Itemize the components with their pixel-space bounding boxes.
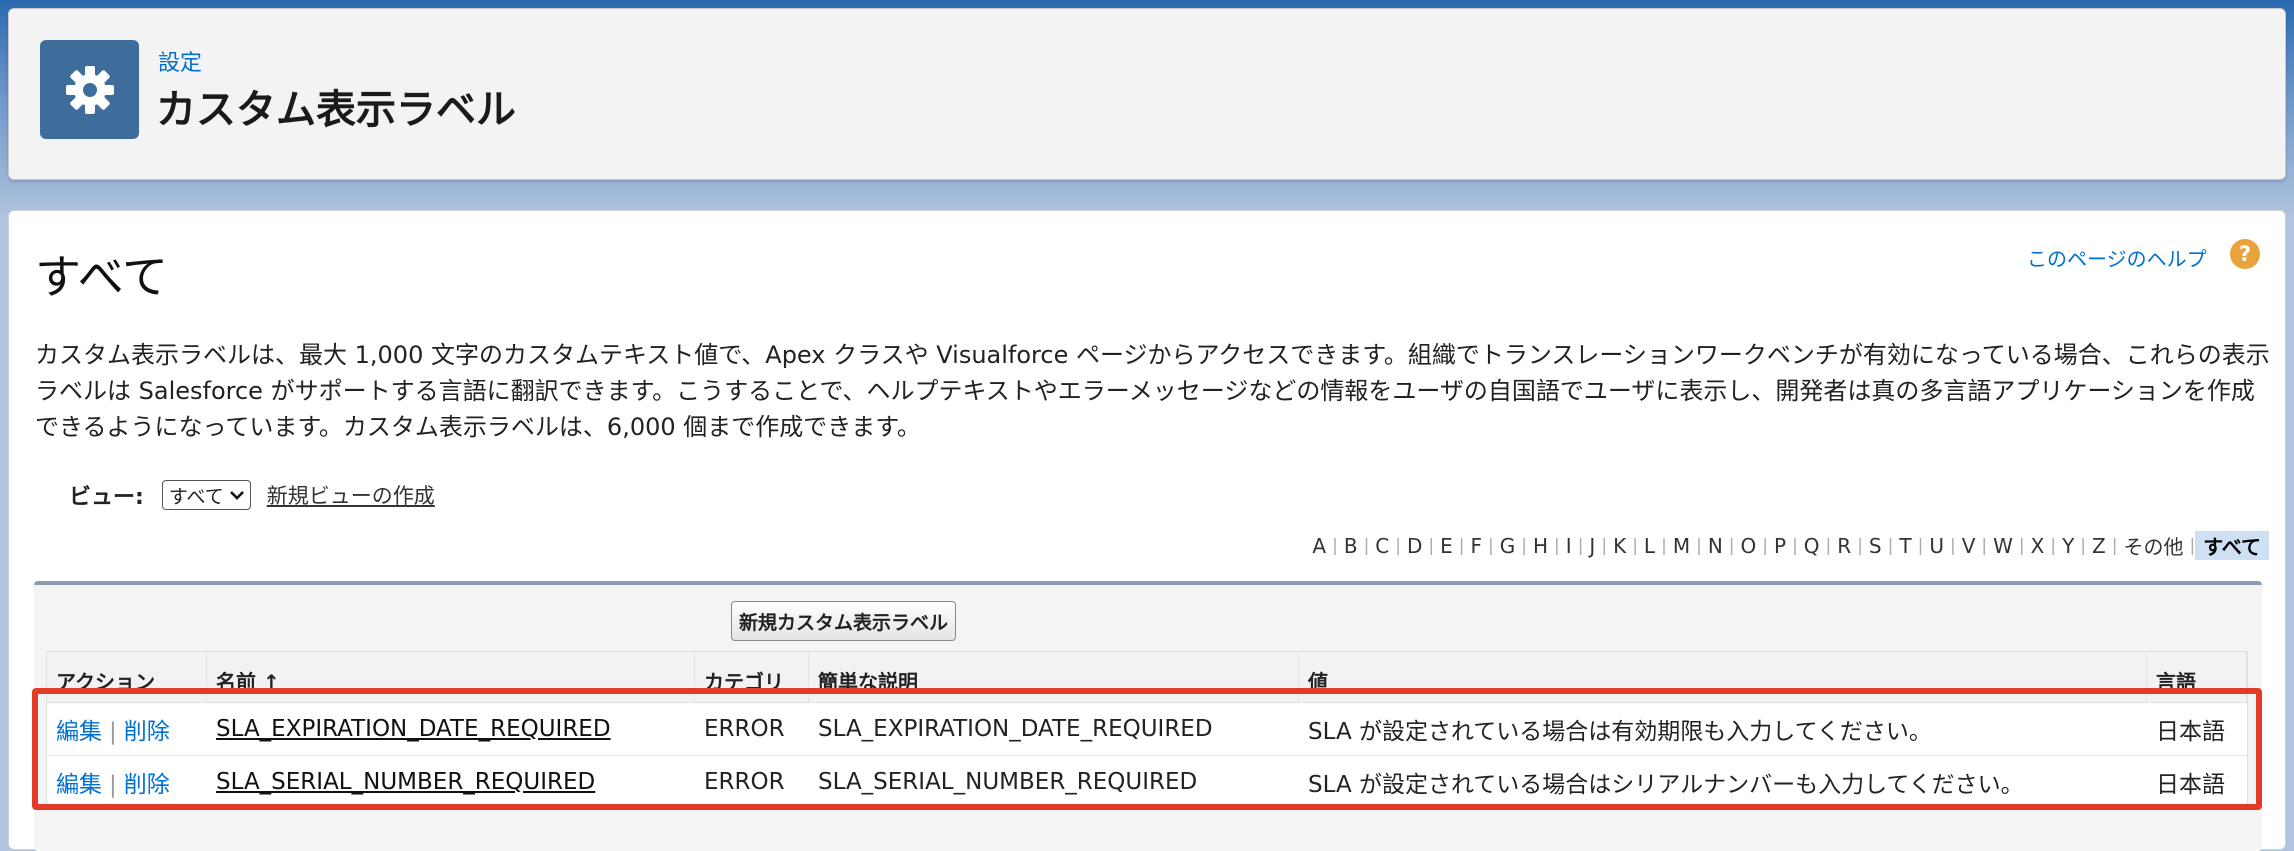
column-header-value[interactable]: 値	[1299, 652, 2147, 702]
table-header-row: アクション 名前 ↑ カテゴリ 簡単な説明 値 言語	[47, 652, 2247, 703]
chevron-down-icon	[229, 491, 244, 500]
gear-icon	[40, 40, 139, 139]
label-name-cell: SLA_EXPIRATION_DATE_REQUIRED	[207, 716, 695, 742]
label-name-link[interactable]: SLA_EXPIRATION_DATE_REQUIRED	[216, 716, 611, 742]
label-name-link[interactable]: SLA_SERIAL_NUMBER_REQUIRED	[216, 769, 595, 795]
list-view-heading: すべて	[35, 250, 168, 304]
page-description: カスタム表示ラベルは、最大 1,000 文字のカスタムテキスト値で、Apex ク…	[35, 341, 2270, 441]
new-custom-label-button[interactable]: 新規カスタム表示ラベル	[731, 601, 957, 641]
view-selector-row: ビュー: すべて 新規ビューの作成	[69, 479, 435, 511]
delete-link[interactable]: 削除	[124, 719, 170, 745]
custom-labels-table: アクション 名前 ↑ カテゴリ 簡単な説明 値 言語 編集 | 削除 SLA_EXP…	[46, 651, 2248, 810]
alphabet-filter-item[interactable]: I	[1560, 534, 1578, 558]
alphabet-filter-item[interactable]: J	[1583, 534, 1601, 558]
main-panel: すべて このページのヘルプ ? カスタム表示ラベルは、最大 1,000 文字のカ…	[8, 210, 2286, 851]
value-cell: SLA が設定されている場合はシリアルナンバーも入力してください。	[1308, 772, 2024, 798]
short-description-cell: SLA_SERIAL_NUMBER_REQUIRED	[818, 769, 1198, 795]
alphabet-filter-item[interactable]: Y	[2056, 534, 2080, 558]
value-cell: SLA が設定されている場合は有効期限も入力してください。	[1308, 719, 1932, 745]
short-description-cell: SLA_EXPIRATION_DATE_REQUIRED	[818, 716, 1213, 742]
alphabet-filter-item[interactable]: G	[1494, 534, 1522, 558]
language-cell: 日本語	[2156, 772, 2225, 798]
alphabet-filter-item[interactable]: T	[1893, 534, 1917, 558]
edit-link[interactable]: 編集	[56, 772, 102, 798]
view-select[interactable]: すべて	[161, 480, 251, 510]
alphabet-filter-item[interactable]: S	[1863, 534, 1888, 558]
alphabet-filter-item[interactable]: O	[1735, 534, 1763, 558]
category-cell: ERROR	[704, 716, 785, 742]
alphabet-filter-item[interactable]: Q	[1798, 534, 1826, 558]
delete-link[interactable]: 削除	[124, 772, 170, 798]
alphabet-filter-item[interactable]: U	[1923, 534, 1950, 558]
category-cell: ERROR	[704, 769, 785, 795]
alphabet-filter-item[interactable]: L	[1638, 534, 1661, 558]
alphabet-filter-item[interactable]: N	[1702, 534, 1729, 558]
breadcrumb[interactable]: 設定	[158, 45, 202, 77]
alphabet-filter: A | B | C | D | E | F | G | H | I | J | K | L | M | N | O | P | Q | R | S | T |…	[1306, 531, 2269, 560]
row-actions: 編集 | 削除	[47, 765, 207, 799]
alphabet-filter-item[interactable]: すべて	[2195, 531, 2269, 560]
help-link[interactable]: このページのヘルプ	[2027, 243, 2207, 272]
alphabet-filter-item[interactable]: W	[1987, 534, 2019, 558]
edit-link[interactable]: 編集	[56, 719, 102, 745]
page-title: カスタム表示ラベル	[156, 87, 516, 133]
alphabet-filter-item[interactable]: E	[1434, 534, 1459, 558]
language-cell: 日本語	[2156, 719, 2225, 745]
alphabet-filter-item[interactable]: D	[1401, 534, 1428, 558]
alphabet-filter-item[interactable]: A	[1306, 534, 1332, 558]
new-view-link[interactable]: 新規ビューの作成	[267, 480, 435, 510]
alphabet-filter-item[interactable]: C	[1369, 534, 1395, 558]
column-header-category[interactable]: カテゴリ	[695, 652, 809, 702]
alphabet-filter-item[interactable]: B	[1338, 534, 1364, 558]
alphabet-filter-item[interactable]: X	[2025, 534, 2051, 558]
page-header: 設定 カスタム表示ラベル	[8, 8, 2286, 180]
table-row: 編集 | 削除 SLA_EXPIRATION_DATE_REQUIRED ERROR…	[47, 703, 2247, 756]
action-separator: |	[109, 719, 117, 745]
alphabet-filter-item[interactable]: その他	[2117, 531, 2189, 560]
label-name-cell: SLA_SERIAL_NUMBER_REQUIRED	[207, 769, 695, 795]
alphabet-filter-item[interactable]: H	[1527, 534, 1554, 558]
view-select-value: すべて	[168, 485, 224, 508]
alphabet-filter-item[interactable]: R	[1831, 534, 1857, 558]
column-header-action: アクション	[47, 652, 207, 702]
column-header-description[interactable]: 簡単な説明	[809, 652, 1299, 702]
alphabet-filter-item[interactable]: V	[1956, 534, 1982, 558]
action-separator: |	[109, 772, 117, 798]
row-actions: 編集 | 削除	[47, 712, 207, 746]
alphabet-filter-item[interactable]: F	[1465, 534, 1489, 558]
column-header-language[interactable]: 言語	[2147, 652, 2247, 702]
alphabet-filter-item[interactable]: M	[1667, 534, 1696, 558]
alphabet-filter-item[interactable]: P	[1768, 534, 1792, 558]
alphabet-filter-item[interactable]: Z	[2086, 534, 2112, 558]
table-row: 編集 | 削除 SLA_SERIAL_NUMBER_REQUIRED ERROR S…	[47, 756, 2247, 809]
alphabet-filter-item[interactable]: K	[1607, 534, 1632, 558]
column-header-name[interactable]: 名前 ↑	[207, 652, 695, 702]
view-label: ビュー:	[69, 485, 144, 510]
help-icon[interactable]: ?	[2230, 239, 2260, 269]
related-list: 新規カスタム表示ラベル アクション 名前 ↑ カテゴリ 簡単な説明 値 言語 編…	[34, 581, 2262, 851]
